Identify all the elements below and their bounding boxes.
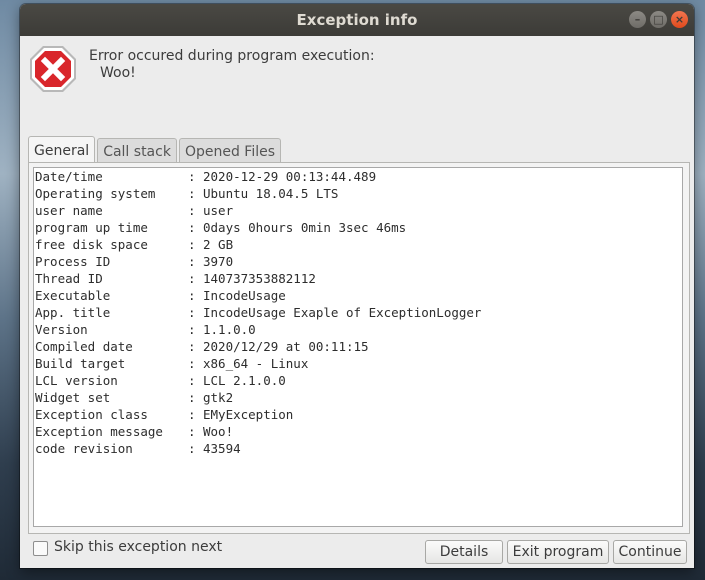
exception-details-memo[interactable]: Date/time:2020-12-29 00:13:44.489 Operati… <box>33 167 683 527</box>
detail-label: Date/time <box>35 169 103 184</box>
detail-row: App. title: IncodeUsage Exaple of Excepti… <box>34 304 682 321</box>
detail-separator: : <box>188 186 196 201</box>
detail-value: 2020-12-29 00:13:44.489 <box>203 169 377 184</box>
detail-separator: : <box>188 237 196 252</box>
maximize-button[interactable]: □ <box>650 11 667 28</box>
close-button[interactable]: × <box>671 11 688 28</box>
detail-label: free disk space <box>35 237 148 252</box>
minimize-icon: – <box>634 13 641 26</box>
detail-label: App. title <box>35 305 111 320</box>
skip-exception-checkbox[interactable] <box>33 541 48 556</box>
detail-label: Thread ID <box>35 271 103 286</box>
detail-separator: : <box>188 305 196 320</box>
detail-separator: : <box>188 424 196 439</box>
detail-separator: : <box>188 203 196 218</box>
detail-value: EMyException <box>203 407 294 422</box>
skip-exception-label: Skip this exception next <box>54 539 223 555</box>
detail-label: Build target <box>35 356 126 371</box>
tab-general[interactable]: General <box>28 136 96 163</box>
detail-separator: : <box>188 322 196 337</box>
detail-value: user <box>203 203 234 218</box>
error-message: Error occured during program execution: <box>89 48 375 64</box>
detail-value: IncodeUsage Exaple of ExceptionLogger <box>203 305 482 320</box>
error-stop-icon <box>30 46 76 92</box>
detail-value: 140737353882112 <box>203 271 316 286</box>
detail-value: 0days 0hours 0min 3sec 46ms <box>203 220 407 235</box>
detail-row: free disk space:2 GB <box>34 236 682 253</box>
detail-separator: : <box>188 441 196 456</box>
exit-program-button[interactable]: Exit program <box>507 540 609 564</box>
detail-label: Version <box>35 322 88 337</box>
detail-label: LCL version <box>35 373 118 388</box>
exception-dialog: Exception info – □ × Error occured durin… <box>20 4 694 568</box>
maximize-icon: □ <box>653 13 664 26</box>
detail-label: Widget set <box>35 390 111 405</box>
detail-label: Executable <box>35 288 111 303</box>
window-controls: – □ × <box>629 11 688 28</box>
detail-value: 1.1.0.0 <box>203 322 256 337</box>
detail-value: Ubuntu 18.04.5 LTS <box>203 186 339 201</box>
error-header: Error occured during program execution: … <box>20 36 694 136</box>
detail-row: Date/time:2020-12-29 00:13:44.489 <box>34 168 682 185</box>
detail-row: program up time:0days 0hours 0min 3sec 4… <box>34 219 682 236</box>
detail-separator: : <box>188 373 196 388</box>
detail-label: code revision <box>35 441 133 456</box>
tab-bar: General Call stack Opened Files <box>28 136 283 163</box>
detail-row: user name: user <box>34 202 682 219</box>
detail-separator: : <box>188 220 196 235</box>
detail-value: LCL 2.1.0.0 <box>203 373 286 388</box>
minimize-button[interactable]: – <box>629 11 646 28</box>
tab-opened-files[interactable]: Opened Files <box>178 138 282 163</box>
detail-value: x86_64 - Linux <box>203 356 309 371</box>
detail-row: Operating system: Ubuntu 18.04.5 LTS <box>34 185 682 202</box>
detail-row: code revision:43594 <box>34 440 682 457</box>
detail-separator: : <box>188 288 196 303</box>
detail-separator: : <box>188 169 196 184</box>
detail-value: Woo! <box>203 424 234 439</box>
general-tab-panel: Date/time:2020-12-29 00:13:44.489 Operati… <box>28 162 690 534</box>
detail-label: Operating system <box>35 186 156 201</box>
detail-label: Exception class <box>35 407 148 422</box>
continue-button[interactable]: Continue <box>613 540 687 564</box>
dialog-footer: Skip this exception next Details Exit pr… <box>20 538 694 564</box>
title-bar[interactable]: Exception info – □ × <box>20 4 694 36</box>
detail-label: user name <box>35 203 103 218</box>
details-button[interactable]: Details <box>425 540 503 564</box>
detail-row: Process ID:3970 <box>34 253 682 270</box>
detail-separator: : <box>188 339 196 354</box>
detail-row: Executable: IncodeUsage <box>34 287 682 304</box>
detail-value: 2 GB <box>203 237 234 252</box>
detail-separator: : <box>188 390 196 405</box>
detail-label: Exception message <box>35 424 163 439</box>
detail-row: Exception message: Woo! <box>34 423 682 440</box>
detail-value: 3970 <box>203 254 234 269</box>
detail-value: 43594 <box>203 441 241 456</box>
exception-text: Woo! <box>100 65 136 81</box>
detail-row: Thread ID:140737353882112 <box>34 270 682 287</box>
detail-label: Compiled date <box>35 339 133 354</box>
detail-value: gtk2 <box>203 390 234 405</box>
detail-label: program up time <box>35 220 148 235</box>
detail-value: 2020/12/29 at 00:11:15 <box>203 339 369 354</box>
close-icon: × <box>674 13 685 26</box>
detail-separator: : <box>188 407 196 422</box>
detail-separator: : <box>188 254 196 269</box>
detail-separator: : <box>188 356 196 371</box>
detail-row: Build target: x86_64 - Linux <box>34 355 682 372</box>
detail-row: Exception class: EMyException <box>34 406 682 423</box>
tab-call-stack[interactable]: Call stack <box>97 138 177 163</box>
window-title: Exception info <box>296 11 418 29</box>
detail-separator: : <box>188 271 196 286</box>
detail-row: Widget set: gtk2 <box>34 389 682 406</box>
detail-value: IncodeUsage <box>203 288 286 303</box>
detail-row: LCL version: LCL 2.1.0.0 <box>34 372 682 389</box>
detail-label: Process ID <box>35 254 111 269</box>
detail-row: Compiled date:2020/12/29 at 00:11:15 <box>34 338 682 355</box>
detail-row: Version:1.1.0.0 <box>34 321 682 338</box>
